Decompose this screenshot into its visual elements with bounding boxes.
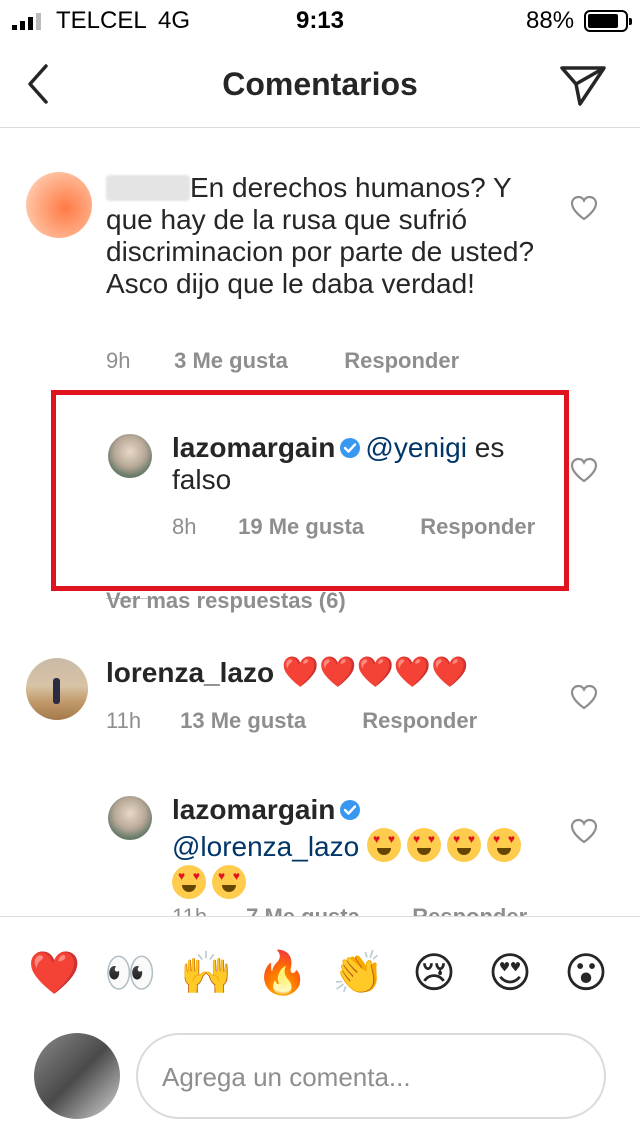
avatar[interactable] bbox=[108, 796, 152, 840]
reply-button[interactable]: Responder bbox=[362, 708, 477, 734]
surprised-emoji-button[interactable]: 😮 bbox=[560, 947, 612, 999]
heart-icon[interactable] bbox=[570, 818, 598, 844]
my-avatar[interactable] bbox=[34, 1033, 120, 1119]
comment-text: lorenza_lazo ❤️❤️❤️❤️❤️ bbox=[106, 657, 536, 689]
crying-emoji-button[interactable]: 😢 bbox=[408, 947, 460, 999]
eyes-emoji-button[interactable]: 👀 bbox=[104, 947, 156, 999]
comment-input-wrapper[interactable] bbox=[136, 1033, 606, 1119]
username[interactable]: lorenza_lazo bbox=[106, 657, 274, 688]
mention-link[interactable]: @lorenza_lazo bbox=[172, 831, 359, 862]
view-more-replies[interactable]: Ver mas respuestas (6) bbox=[106, 588, 346, 614]
comment-time: 9h bbox=[106, 348, 131, 373]
comment-likes[interactable]: 3 Me gusta bbox=[174, 348, 338, 374]
header: Comentarios bbox=[0, 40, 640, 128]
heart-icon[interactable] bbox=[570, 684, 598, 710]
comment-input[interactable] bbox=[162, 1055, 582, 1099]
fire-emoji-button[interactable]: 🔥 bbox=[256, 947, 308, 999]
raised-hands-emoji-button[interactable]: 🙌 bbox=[180, 947, 232, 999]
battery-percent: 88% bbox=[526, 7, 575, 34]
person-figure bbox=[53, 678, 60, 704]
quick-emoji-row: ❤️ 👀 🙌 🔥 👏 😢 😍 😮 bbox=[0, 917, 640, 1031]
username-redacted[interactable] bbox=[106, 175, 190, 201]
page-title: Comentarios bbox=[222, 66, 418, 102]
comment-likes[interactable]: 13 Me gusta bbox=[180, 708, 356, 734]
comment-composer-bar: ❤️ 👀 🙌 🔥 👏 😢 😍 😮 bbox=[0, 916, 640, 1136]
verified-badge-icon bbox=[340, 800, 361, 820]
comment-text: En derechos humanos? Y que hay de la rus… bbox=[106, 172, 535, 299]
paper-plane-icon[interactable] bbox=[558, 60, 608, 110]
clapping-emoji-button[interactable]: 👏 bbox=[332, 947, 384, 999]
battery-icon bbox=[584, 10, 632, 32]
comment-time: 11h bbox=[106, 708, 142, 733]
comment-text: lazomargain @lorenza_lazo bbox=[172, 792, 552, 902]
status-bar: TELCEL 4G 9:13 88% bbox=[0, 0, 640, 40]
avatar[interactable] bbox=[26, 172, 92, 238]
username[interactable]: lazomargain bbox=[172, 794, 335, 825]
heart-emoji-button[interactable]: ❤️ bbox=[28, 947, 80, 999]
hearts-emoji: ❤️❤️❤️❤️❤️ bbox=[281, 655, 469, 690]
comment-meta: 11h 13 Me gusta Responder bbox=[106, 708, 477, 734]
comment-meta: 9h 3 Me gusta Responder bbox=[106, 348, 459, 374]
heart-eyes-emoji-button[interactable]: 😍 bbox=[484, 947, 536, 999]
heart-icon[interactable] bbox=[570, 195, 598, 221]
highlight-box bbox=[51, 390, 569, 591]
avatar[interactable] bbox=[26, 658, 88, 720]
reply-button[interactable]: Responder bbox=[344, 348, 459, 374]
heart-icon[interactable] bbox=[570, 457, 598, 483]
